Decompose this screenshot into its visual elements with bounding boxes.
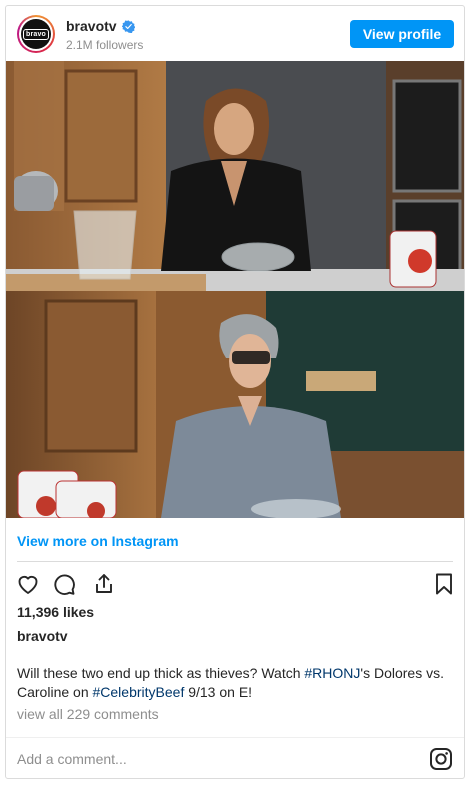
user-block: bravotv 2.1M followers [66, 17, 143, 52]
add-comment-input[interactable]: Add a comment... [17, 751, 127, 767]
verified-badge-icon [121, 19, 135, 33]
hashtag-link[interactable]: #RHONJ [304, 665, 360, 681]
comment-bubble-icon[interactable] [50, 570, 78, 598]
bookmark-icon[interactable] [430, 570, 458, 598]
top-photo [6, 61, 464, 291]
instagram-logo-icon[interactable] [429, 747, 453, 771]
post-header: bravo bravotv 2.1M followers View profil… [6, 6, 464, 62]
divider [17, 561, 453, 562]
followers-count: 2.1M followers [66, 38, 144, 52]
username[interactable]: bravotv [66, 18, 117, 34]
post-photo-collage [6, 61, 464, 518]
avatar[interactable]: bravo [17, 15, 55, 53]
share-icon[interactable] [90, 570, 118, 598]
heart-icon[interactable] [14, 570, 42, 598]
post-caption: Will these two end up thick as thieves? … [17, 664, 453, 702]
view-more-link[interactable]: View more on Instagram [17, 533, 179, 549]
action-bar [14, 570, 458, 598]
caption-text: 9/13 on E! [184, 684, 253, 700]
caption-text: Will these two end up thick as thieves? … [17, 665, 305, 681]
view-profile-button[interactable]: View profile [350, 20, 454, 48]
post-media[interactable] [6, 61, 464, 518]
add-comment-bar: Add a comment... [6, 737, 464, 778]
likes-count[interactable]: 11,396 likes [17, 604, 94, 620]
hashtag-link[interactable]: #CelebrityBeef [93, 684, 185, 700]
post-author[interactable]: bravotv [17, 628, 68, 644]
view-comments-link[interactable]: view all 229 comments [17, 706, 159, 722]
instagram-embed-card: bravo bravotv 2.1M followers View profil… [5, 5, 465, 779]
bottom-photo [6, 291, 464, 518]
avatar-logo-text: bravo [22, 28, 50, 40]
